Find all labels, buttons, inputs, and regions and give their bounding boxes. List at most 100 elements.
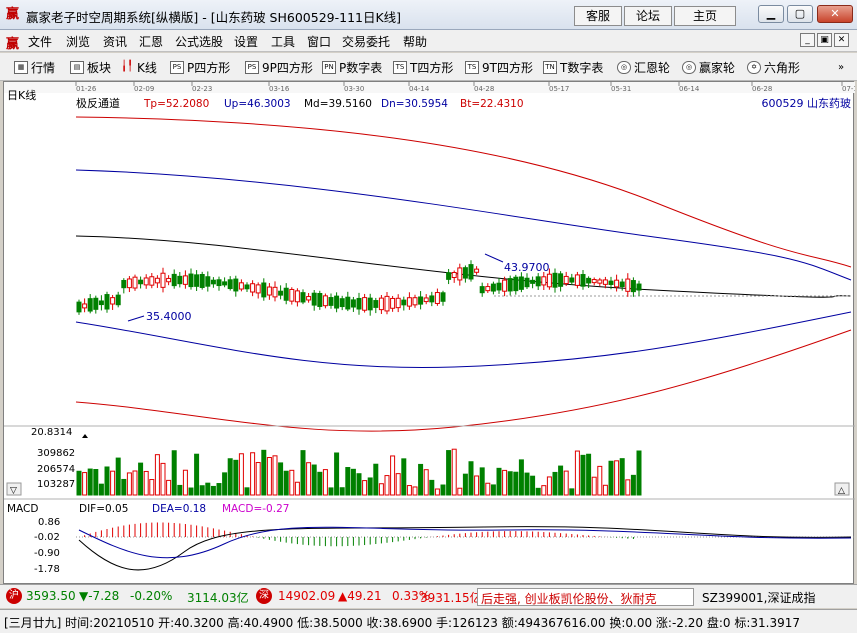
menu-huien[interactable]: 汇恩: [139, 33, 163, 50]
candle-body: [177, 275, 183, 285]
volume-bar: [317, 471, 323, 496]
volume-bar: [76, 470, 82, 496]
candle-body: [513, 276, 519, 292]
candle-body: [294, 290, 300, 303]
volume-bar: [199, 485, 205, 496]
volume-bar: [177, 484, 183, 496]
dif-value: DIF=0.05: [79, 503, 128, 515]
volume-bar: [625, 479, 631, 496]
homepage-button[interactable]: 主页: [674, 6, 736, 26]
volume-bar: [602, 484, 608, 496]
menu-formula[interactable]: 公式选股: [175, 33, 223, 50]
dea-value: DEA=0.18: [152, 503, 206, 515]
sz-amount: 3931.15亿: [420, 591, 482, 605]
tool-huien-wheel[interactable]: ◎ 汇恩轮: [617, 59, 670, 75]
candle-body: [216, 279, 222, 287]
candle-body: [300, 292, 306, 303]
candle-body: [384, 295, 390, 312]
candle-body: [434, 292, 440, 304]
minimize-icon[interactable]: ▁: [758, 5, 784, 23]
candle-body: [429, 295, 435, 303]
chevron-down-icon: ▽: [10, 486, 17, 496]
volume-bar: [300, 450, 306, 496]
mdi-close-icon[interactable]: ✕: [834, 33, 849, 47]
sh-change: ▼-7.28: [79, 589, 120, 603]
toolbar-more-icon[interactable]: »: [838, 59, 844, 75]
candle-body: [306, 296, 312, 301]
menu-tools[interactable]: 工具: [271, 33, 295, 50]
volume-bar: [614, 460, 620, 496]
forum-button[interactable]: 论坛: [624, 6, 672, 26]
tool-quotes[interactable]: ▦ 行情: [14, 59, 55, 75]
vol-axis-2: 206574: [37, 464, 75, 475]
volume-bar: [524, 472, 530, 496]
menu-file[interactable]: 文件: [28, 33, 52, 50]
tool-label: T数字表: [560, 60, 604, 75]
volume-bar: [294, 481, 300, 496]
volume-bar: [289, 469, 295, 496]
volume-bar: [541, 485, 547, 496]
candle-body: [149, 276, 155, 286]
tool-t-table[interactable]: TN T数字表: [543, 59, 603, 75]
volume-bar: [507, 471, 513, 496]
volume-bar: [166, 479, 172, 496]
vol-axis-3: 103287: [37, 479, 75, 490]
tool-p-square[interactable]: PS P四方形: [170, 59, 230, 75]
tool-kline[interactable]: ╽╿ K线: [120, 59, 157, 75]
menu-settings[interactable]: 设置: [234, 33, 258, 50]
volume-bar: [278, 462, 284, 496]
chevron-up-icon: △: [838, 486, 845, 496]
candle-body: [367, 297, 373, 311]
news-ticker[interactable]: 后走强, 创业板凯伦股份、狄耐克: [477, 588, 694, 606]
volume-bar: [619, 458, 625, 496]
candle-body: [104, 294, 110, 310]
close-icon[interactable]: ✕: [817, 5, 853, 23]
menu-help[interactable]: 帮助: [403, 33, 427, 50]
candle-body: [171, 273, 177, 287]
tool-9t-square[interactable]: TS 9T四方形: [465, 59, 533, 75]
tool-label: 六角形: [764, 60, 801, 75]
wheel-icon: ◎: [682, 60, 696, 74]
candle-body: [591, 279, 597, 284]
candle-body: [418, 296, 424, 305]
kline-chart[interactable]: 01-26 02-09 02-23 03-16 03-30 04-14 04-28 05-17…: [4, 82, 857, 585]
volume-bar: [356, 473, 362, 496]
tool-hexagon[interactable]: ✡ 六角形: [747, 59, 800, 75]
tool-label: 赢家轮: [699, 60, 736, 75]
menu-window[interactable]: 窗口: [307, 33, 331, 50]
volume-bar: [530, 475, 536, 496]
customer-service-button[interactable]: 客服: [574, 6, 622, 26]
volume-bar: [591, 476, 597, 496]
tool-blocks[interactable]: ▤ 板块: [70, 59, 111, 75]
volume-bar: [311, 464, 317, 496]
candle-body: [373, 300, 379, 308]
tool-p-table[interactable]: PN P数字表: [322, 59, 382, 75]
volume-bar: [250, 452, 256, 496]
tool-9p-square[interactable]: PS 9P四方形: [245, 59, 313, 75]
volume-bar: [238, 453, 244, 496]
chart-panel[interactable]: 01-26 02-09 02-23 03-16 03-30 04-14 04-28 05-17…: [3, 81, 857, 585]
volume-bar: [490, 484, 496, 496]
menu-info[interactable]: 资讯: [103, 33, 127, 50]
sz-component-label[interactable]: SZ399001,深证成指: [702, 589, 815, 606]
menu-trade[interactable]: 交易委托: [342, 33, 390, 50]
tool-winner-wheel[interactable]: ◎ 赢家轮: [682, 59, 735, 75]
candle-body: [227, 279, 233, 290]
candle-body: [166, 277, 172, 283]
tool-t-square[interactable]: TS T四方形: [393, 59, 453, 75]
mdi-restore-icon[interactable]: ▣: [817, 33, 832, 47]
volume-bar: [569, 488, 575, 496]
upper-blue-band: [75, 169, 852, 281]
volume-bar: [210, 485, 216, 496]
vol-axis-1: 309862: [37, 448, 75, 459]
candle-body: [121, 279, 127, 289]
maximize-icon[interactable]: ▢: [787, 5, 813, 23]
candle-body: [580, 274, 586, 287]
mdi-minimize-icon[interactable]: _: [800, 33, 815, 47]
menu-browse[interactable]: 浏览: [66, 33, 90, 50]
volume-bar: [266, 457, 272, 496]
candle-body: [143, 277, 149, 286]
hexagon-icon: ✡: [747, 60, 761, 74]
volume-bar: [322, 469, 328, 496]
blocks-icon: ▤: [70, 60, 84, 74]
